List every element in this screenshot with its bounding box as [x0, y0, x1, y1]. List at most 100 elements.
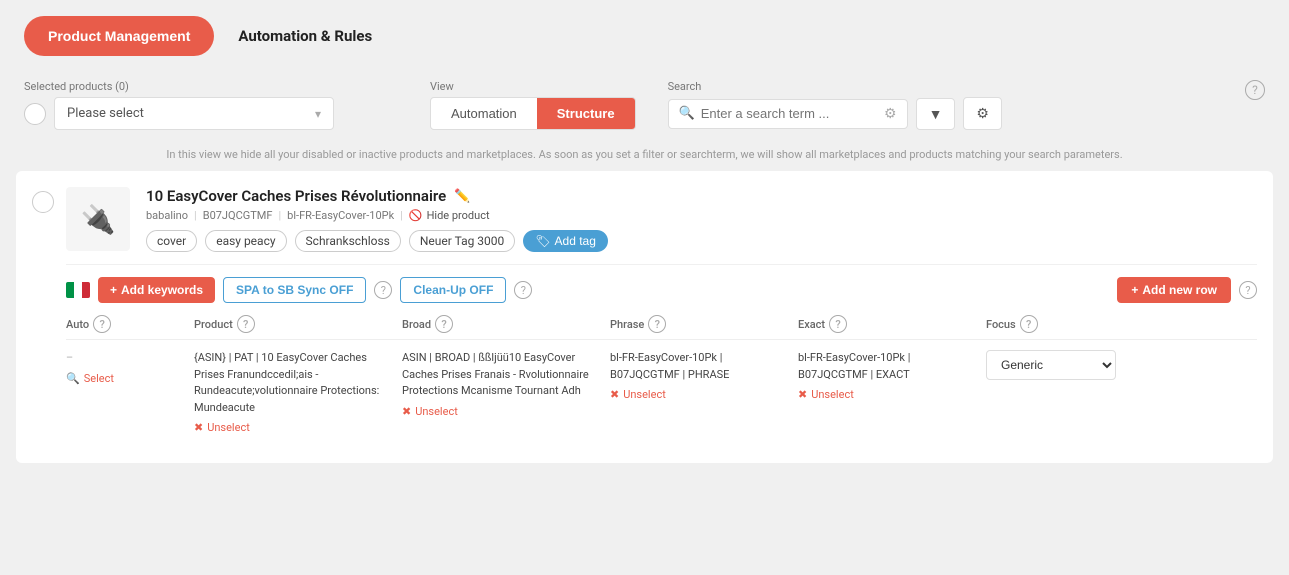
focus-select[interactable]: Generic Brand Competitor [986, 350, 1116, 380]
search-input[interactable] [701, 106, 878, 121]
focus-help-icon[interactable]: ? [1020, 315, 1038, 333]
exact-cell-text: bl-FR-EasyCover-10Pk | B07JQCGTMF | EXAC… [798, 350, 978, 383]
table-area: Auto ? Product ? Broad ? Phrase ? [66, 315, 1257, 447]
meta-sep-1: | [194, 209, 197, 222]
add-keywords-button[interactable]: + Add keywords [98, 277, 215, 303]
structure-view-button[interactable]: Structure [537, 98, 635, 129]
hide-product-label: Hide product [427, 209, 490, 222]
product-checkbox[interactable] [32, 191, 54, 213]
automation-rules-label: Automation & Rules [238, 27, 372, 45]
product-image: 🔌 [66, 187, 130, 251]
hide-product-link[interactable]: 🚫 Hide product [409, 209, 490, 222]
cleanup-button[interactable]: Clean-Up OFF [400, 277, 506, 303]
x-icon-product: ✖ [194, 420, 203, 437]
search-icon-2: 🔍 [66, 371, 80, 388]
tag-easy-peacy[interactable]: easy peacy [205, 230, 286, 252]
chevron-down-icon: ▾ [315, 107, 321, 121]
info-text: In this view we hide all your disabled o… [166, 148, 1122, 161]
add-keywords-label: Add keywords [121, 283, 203, 297]
header: Product Management Automation & Rules [0, 0, 1289, 72]
product-management-button[interactable]: Product Management [24, 16, 214, 56]
product-top: 🔌 10 EasyCover Caches Prises Révolutionn… [66, 187, 1257, 252]
plus-icon: + [110, 283, 117, 297]
selected-products-label: Selected products (0) [24, 80, 334, 93]
search-label: Search [668, 80, 1002, 93]
auto-help-icon[interactable]: ? [93, 315, 111, 333]
view-group: View Automation Structure [430, 80, 636, 130]
col-header-broad: Broad ? [402, 315, 602, 333]
keywords-row: + Add keywords SPA to SB Sync OFF ? Clea… [66, 264, 1257, 303]
sync-help-icon[interactable]: ? [374, 281, 392, 299]
phrase-unselect-link[interactable]: ✖ Unselect [610, 387, 790, 404]
italy-flag-icon [66, 282, 90, 298]
product-info-section: 🔌 10 EasyCover Caches Prises Révolutionn… [66, 187, 1257, 447]
exact-unselect-label: Unselect [811, 387, 854, 404]
search-settings-icon[interactable]: ⚙ [884, 106, 897, 122]
cell-phrase: bl-FR-EasyCover-10Pk | B07JQCGTMF | PHRA… [610, 350, 790, 437]
tag-icon: 🏷 [535, 234, 550, 248]
settings-button[interactable]: ⚙ [963, 97, 1002, 130]
plus-icon-2: + [1131, 283, 1138, 297]
phrase-unselect-label: Unselect [623, 387, 666, 404]
auto-select-link[interactable]: 🔍 Select [66, 371, 186, 388]
col-header-exact: Exact ? [798, 315, 978, 333]
search-input-wrapper: 🔍 ⚙ [668, 99, 908, 129]
add-tag-button[interactable]: 🏷 Add tag [523, 230, 608, 252]
add-new-row-label: Add new row [1142, 283, 1217, 297]
cell-exact: bl-FR-EasyCover-10Pk | B07JQCGTMF | EXAC… [798, 350, 978, 437]
cleanup-help-icon[interactable]: ? [514, 281, 532, 299]
select-label: Select [84, 371, 114, 388]
search-row: 🔍 ⚙ ▼ ⚙ [668, 97, 1002, 130]
x-icon-exact: ✖ [798, 387, 807, 404]
table-header-row: Auto ? Product ? Broad ? Phrase ? [66, 315, 1257, 340]
product-unselect-label: Unselect [207, 420, 250, 437]
product-title-row: 10 EasyCover Caches Prises Révolutionnai… [146, 187, 1257, 205]
automation-view-button[interactable]: Automation [431, 98, 537, 129]
col-header-product: Product ? [194, 315, 394, 333]
exact-unselect-link[interactable]: ✖ Unselect [798, 387, 978, 404]
broad-cell-text: ASIN | BROAD | ßßljüü10 EasyCover Caches… [402, 350, 602, 400]
main-content: 🔌 10 EasyCover Caches Prises Révolutionn… [0, 171, 1289, 491]
hide-icon: 🚫 [409, 209, 423, 222]
broad-unselect-label: Unselect [415, 404, 458, 421]
table-row: – 🔍 Select {ASIN} | PAT | 10 EasyCover C… [66, 340, 1257, 447]
toolbar: ? Selected products (0) Please select ▾ … [0, 72, 1289, 142]
edit-icon[interactable]: ✏️ [454, 189, 470, 204]
auto-dash: – [66, 350, 186, 367]
x-icon-broad: ✖ [402, 404, 411, 421]
cell-focus: Generic Brand Competitor [986, 350, 1126, 437]
select-all-checkbox[interactable] [24, 103, 46, 125]
cell-auto: – 🔍 Select [66, 350, 186, 437]
phrase-help-icon[interactable]: ? [648, 315, 666, 333]
seller-name: babalino [146, 209, 188, 222]
help-icon[interactable]: ? [1245, 80, 1265, 100]
please-select-text: Please select [67, 106, 144, 121]
add-new-row-button[interactable]: + Add new row [1117, 277, 1231, 303]
selected-products-group: Selected products (0) Please select ▾ [24, 80, 334, 130]
phrase-cell-text: bl-FR-EasyCover-10Pk | B07JQCGTMF | PHRA… [610, 350, 790, 383]
col-header-focus: Focus ? [986, 315, 1126, 333]
meta-sep-2: | [278, 209, 281, 222]
add-row-help-icon[interactable]: ? [1239, 281, 1257, 299]
search-group: Search 🔍 ⚙ ▼ ⚙ [668, 80, 1002, 130]
product-help-icon[interactable]: ? [237, 315, 255, 333]
filter-button[interactable]: ▼ [916, 98, 956, 130]
cell-broad: ASIN | BROAD | ßßljüü10 EasyCover Caches… [402, 350, 602, 437]
meta-sep-3: | [400, 209, 403, 222]
product-unselect-link[interactable]: ✖ Unselect [194, 420, 394, 437]
tag-cover[interactable]: cover [146, 230, 197, 252]
broad-help-icon[interactable]: ? [435, 315, 453, 333]
info-bar: In this view we hide all your disabled o… [0, 142, 1289, 171]
tag-neuer-tag[interactable]: Neuer Tag 3000 [409, 230, 515, 252]
tag-schrankschloss[interactable]: Schrankschloss [295, 230, 401, 252]
search-icon: 🔍 [679, 106, 695, 121]
add-tag-label: Add tag [555, 234, 596, 248]
product-title: 10 EasyCover Caches Prises Révolutionnai… [146, 187, 446, 205]
view-toggle: Automation Structure [430, 97, 636, 130]
x-icon-phrase: ✖ [610, 387, 619, 404]
product-card: 🔌 10 EasyCover Caches Prises Révolutionn… [16, 171, 1273, 463]
exact-help-icon[interactable]: ? [829, 315, 847, 333]
broad-unselect-link[interactable]: ✖ Unselect [402, 404, 602, 421]
please-select-dropdown[interactable]: Please select ▾ [54, 97, 334, 130]
spa-sync-button[interactable]: SPA to SB Sync OFF [223, 277, 366, 303]
